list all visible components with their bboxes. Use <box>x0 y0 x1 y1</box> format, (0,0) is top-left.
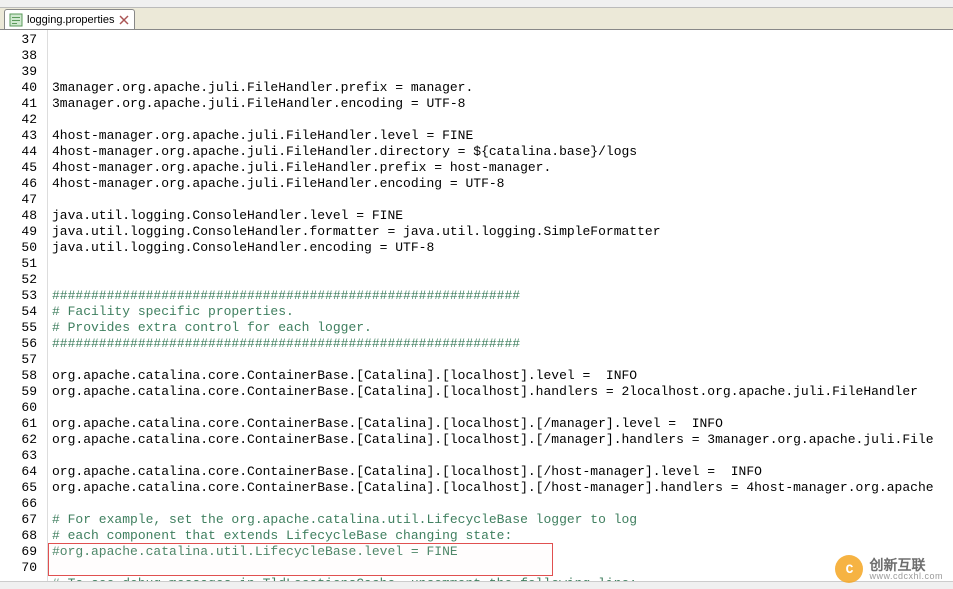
line-number: 66 <box>0 496 37 512</box>
line-number: 54 <box>0 304 37 320</box>
line-number: 64 <box>0 464 37 480</box>
tab-bar: logging.properties <box>0 8 953 30</box>
line-number: 40 <box>0 80 37 96</box>
line-number: 55 <box>0 320 37 336</box>
line-number: 37 <box>0 32 37 48</box>
line-number: 45 <box>0 160 37 176</box>
line-number: 69 <box>0 544 37 560</box>
code-line[interactable]: org.apache.catalina.core.ContainerBase.[… <box>52 416 953 432</box>
code-line[interactable] <box>52 400 953 416</box>
line-number: 50 <box>0 240 37 256</box>
watermark-text-cn: 创新互联 <box>869 558 943 572</box>
watermark-logo-icon: C <box>835 555 863 583</box>
code-line[interactable]: java.util.logging.ConsoleHandler.formatt… <box>52 224 953 240</box>
line-number: 57 <box>0 352 37 368</box>
watermark-text-en: www.cdcxhl.com <box>869 572 943 581</box>
code-line[interactable]: org.apache.catalina.core.ContainerBase.[… <box>52 432 953 448</box>
code-line[interactable]: org.apache.catalina.core.ContainerBase.[… <box>52 384 953 400</box>
code-line[interactable] <box>52 192 953 208</box>
line-number: 42 <box>0 112 37 128</box>
line-number: 48 <box>0 208 37 224</box>
code-line[interactable] <box>52 112 953 128</box>
code-line[interactable]: 4host-manager.org.apache.juli.FileHandle… <box>52 176 953 192</box>
close-icon[interactable] <box>118 14 130 26</box>
line-number: 68 <box>0 528 37 544</box>
line-number: 62 <box>0 432 37 448</box>
code-line[interactable] <box>52 272 953 288</box>
code-line[interactable]: #org.apache.catalina.util.LifecycleBase.… <box>52 544 953 560</box>
line-number: 38 <box>0 48 37 64</box>
line-number: 67 <box>0 512 37 528</box>
code-line[interactable]: java.util.logging.ConsoleHandler.level =… <box>52 208 953 224</box>
code-line[interactable]: 4host-manager.org.apache.juli.FileHandle… <box>52 128 953 144</box>
line-number: 46 <box>0 176 37 192</box>
code-line[interactable]: 4host-manager.org.apache.juli.FileHandle… <box>52 144 953 160</box>
code-line[interactable]: 3manager.org.apache.juli.FileHandler.enc… <box>52 96 953 112</box>
code-line[interactable]: org.apache.catalina.core.ContainerBase.[… <box>52 368 953 384</box>
code-line[interactable]: # each component that extends LifecycleB… <box>52 528 953 544</box>
code-line[interactable] <box>52 448 953 464</box>
line-number: 49 <box>0 224 37 240</box>
line-number: 63 <box>0 448 37 464</box>
horizontal-scrollbar[interactable] <box>0 581 953 589</box>
watermark: C 创新互联 www.cdcxhl.com <box>835 555 943 583</box>
line-number: 52 <box>0 272 37 288</box>
line-number: 53 <box>0 288 37 304</box>
tab-label: logging.properties <box>27 14 114 26</box>
code-area[interactable]: 3manager.org.apache.juli.FileHandler.pre… <box>48 30 953 581</box>
line-number: 58 <box>0 368 37 384</box>
code-line[interactable]: org.apache.catalina.core.ContainerBase.[… <box>52 480 953 496</box>
line-number: 56 <box>0 336 37 352</box>
editor-tab-logging-properties[interactable]: logging.properties <box>4 9 135 29</box>
code-line[interactable]: ########################################… <box>52 336 953 352</box>
code-line[interactable]: # Provides extra control for each logger… <box>52 320 953 336</box>
code-line[interactable]: java.util.logging.ConsoleHandler.encodin… <box>52 240 953 256</box>
line-number: 61 <box>0 416 37 432</box>
code-line[interactable]: 3manager.org.apache.juli.FileHandler.pre… <box>52 80 953 96</box>
code-line[interactable] <box>52 496 953 512</box>
properties-file-icon <box>9 13 23 27</box>
line-number: 51 <box>0 256 37 272</box>
line-number: 43 <box>0 128 37 144</box>
code-line[interactable]: 4host-manager.org.apache.juli.FileHandle… <box>52 160 953 176</box>
line-number: 44 <box>0 144 37 160</box>
line-number: 59 <box>0 384 37 400</box>
code-line[interactable] <box>52 560 953 576</box>
line-number: 60 <box>0 400 37 416</box>
code-line[interactable]: # For example, set the org.apache.catali… <box>52 512 953 528</box>
editor: 3738394041424344454647484950515253545556… <box>0 30 953 581</box>
line-number: 70 <box>0 560 37 576</box>
line-number: 41 <box>0 96 37 112</box>
code-line[interactable]: org.apache.catalina.core.ContainerBase.[… <box>52 464 953 480</box>
code-line[interactable] <box>52 256 953 272</box>
line-number: 47 <box>0 192 37 208</box>
code-line[interactable]: ########################################… <box>52 288 953 304</box>
line-number: 65 <box>0 480 37 496</box>
code-line[interactable]: # Facility specific properties. <box>52 304 953 320</box>
toolbar <box>0 0 953 8</box>
code-line[interactable] <box>52 352 953 368</box>
line-number: 39 <box>0 64 37 80</box>
line-number-gutter: 3738394041424344454647484950515253545556… <box>0 30 48 581</box>
